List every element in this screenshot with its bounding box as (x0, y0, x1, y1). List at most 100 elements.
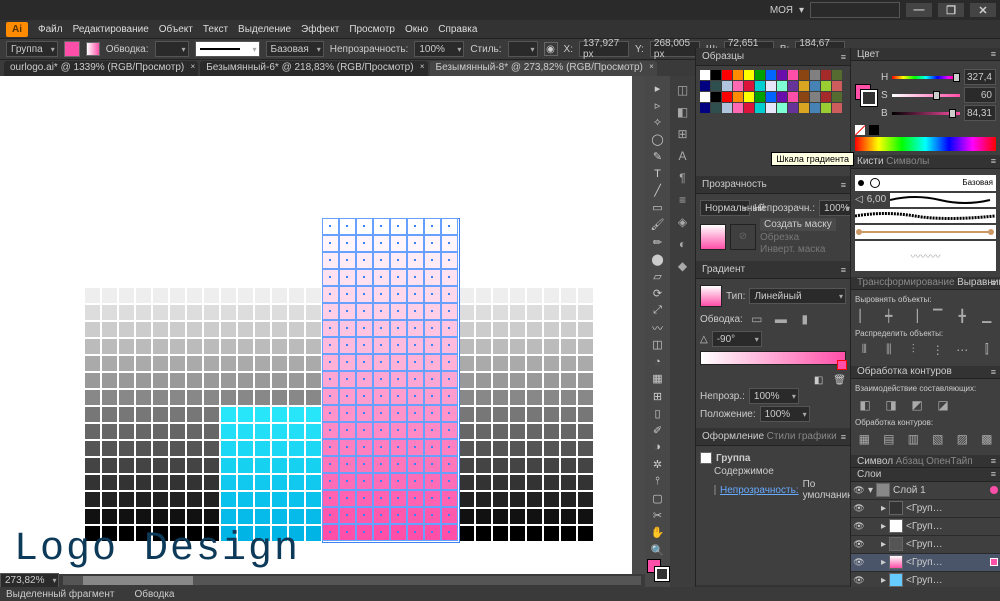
gradient-ramp[interactable] (700, 351, 846, 365)
pathop-icon[interactable]: ▧ (929, 429, 948, 449)
gradient-tab[interactable]: Градиент (696, 261, 850, 279)
unite-icon[interactable]: ◧ (855, 395, 875, 415)
selected-column[interactable] (323, 219, 459, 542)
dist-icon[interactable]: ⫿ (978, 340, 997, 360)
close-tab-icon[interactable]: × (420, 62, 425, 71)
stroke-grad-icon[interactable]: ▮ (795, 309, 815, 329)
bri-slider[interactable] (949, 109, 956, 118)
stop-opacity[interactable]: 100% (749, 388, 799, 404)
hand-tool[interactable]: ✋ (647, 525, 669, 541)
fill-swatch[interactable] (64, 41, 80, 57)
none-color-icon[interactable] (855, 125, 865, 135)
blend-tool[interactable]: ◑ (647, 439, 669, 455)
spectrum[interactable] (855, 137, 996, 151)
target-icon[interactable] (990, 486, 998, 494)
stroke-proxy[interactable] (861, 90, 877, 106)
dist-icon[interactable]: ⋮ (929, 340, 948, 360)
minus-icon[interactable]: ◨ (881, 395, 901, 415)
rotate-tool[interactable]: ⟳ (647, 285, 669, 301)
zoom-tool[interactable]: 🔍 (647, 542, 669, 558)
maximize-button[interactable]: ❐ (938, 3, 964, 17)
panel-icon[interactable]: ⊞ (673, 124, 693, 144)
layer-thumb[interactable] (889, 501, 903, 515)
panel-icon[interactable]: ◧ (673, 102, 693, 122)
selection-tool[interactable]: ▸ (647, 80, 669, 96)
pathop-icon[interactable]: ▩ (978, 429, 997, 449)
brush-preview[interactable] (855, 209, 996, 223)
panel-icon[interactable]: A (673, 146, 693, 166)
close-tab-icon[interactable]: × (191, 62, 196, 71)
char-tab[interactable]: Символ Абзац ОпенТайп (851, 455, 1000, 468)
perspective-tool[interactable]: ▦ (647, 371, 669, 387)
brush-select[interactable] (195, 41, 260, 57)
selection-type[interactable]: Группа (6, 41, 58, 57)
menu-window[interactable]: Окно (405, 24, 428, 35)
doc-tab[interactable]: ourlogo.ai* @ 1339% (RGB/Просмотр)× (4, 61, 198, 76)
panel-icon[interactable]: ◈ (673, 212, 693, 232)
swatch-grid[interactable] (700, 70, 846, 113)
layers-tab[interactable]: Слои (851, 468, 1000, 481)
transparency-tab[interactable]: Прозрачность (696, 176, 850, 194)
trash-icon[interactable]: 🗑 (833, 375, 846, 386)
gradient-type[interactable]: Линейный (749, 288, 846, 304)
direct-selection-tool[interactable]: ▹ (647, 97, 669, 113)
expand-icon[interactable]: ▸ (881, 521, 886, 532)
sat-input[interactable]: 60 (964, 87, 996, 103)
blob-tool[interactable]: ⬤ (647, 251, 669, 267)
pen-tool[interactable]: ✎ (647, 148, 669, 164)
dist-icon[interactable]: ⫴ (855, 340, 874, 360)
layer-row[interactable]: 👁▸<Груп… (851, 536, 1000, 554)
gradient-preview[interactable] (700, 285, 722, 307)
pathop-icon[interactable]: ▦ (855, 429, 874, 449)
minimize-button[interactable]: — (906, 3, 932, 17)
brushes-tab[interactable]: Кисти Символы (851, 155, 1000, 168)
panel-icon[interactable]: ≡ (673, 190, 693, 210)
color-tab[interactable]: Цвет (851, 48, 1000, 61)
type-tool[interactable]: T (647, 166, 669, 182)
menu-effect[interactable]: Эффект (301, 24, 339, 35)
menu-select[interactable]: Выделение (238, 24, 291, 35)
brush-circle-icon[interactable] (870, 178, 880, 188)
rectangle-tool[interactable]: ▭ (647, 200, 669, 216)
make-mask-button[interactable]: Создать маску (760, 218, 836, 231)
align-bottom-icon[interactable]: ▁ (978, 306, 997, 326)
bri-input[interactable]: 84,31 (964, 105, 996, 121)
style-select[interactable] (508, 41, 538, 57)
layer-thumb[interactable] (889, 573, 903, 587)
menu-view[interactable]: Просмотр (349, 24, 395, 35)
stroke-color[interactable] (655, 567, 669, 581)
visibility-icon[interactable]: 👁 (853, 520, 865, 532)
expand-icon[interactable]: ▸ (881, 503, 886, 514)
stroke-grad-icon[interactable]: ▭ (747, 309, 767, 329)
stroke-grad-icon[interactable]: ▬ (771, 309, 791, 329)
scale-tool[interactable]: ⤢ (647, 302, 669, 318)
opacity-val[interactable]: 100% (819, 200, 853, 216)
expand-icon[interactable]: ▾ (868, 485, 873, 496)
visibility-icon[interactable] (714, 485, 716, 495)
panel-icon[interactable]: ◐ (673, 234, 693, 254)
layer-thumb[interactable] (876, 483, 890, 497)
user-dropdown-icon[interactable]: ▾ (799, 5, 804, 16)
eraser-tool[interactable]: ▱ (647, 268, 669, 284)
opacity-select[interactable]: 100% (414, 41, 464, 57)
panel-icon[interactable]: ◆ (673, 256, 693, 276)
panel-icon[interactable]: ¶ (673, 168, 693, 188)
brush-def[interactable]: Базовая (266, 41, 324, 57)
close-tab-icon[interactable]: × (649, 62, 654, 71)
app-logo[interactable]: Ai (6, 22, 28, 37)
free-transform-tool[interactable]: ◫ (647, 337, 669, 353)
pathop-icon[interactable]: ▥ (904, 429, 923, 449)
pencil-tool[interactable]: ✏ (647, 234, 669, 250)
hue-input[interactable]: 327,4 (964, 69, 996, 85)
magic-wand-tool[interactable]: ✧ (647, 114, 669, 130)
search-field[interactable] (810, 2, 900, 18)
recolor-icon[interactable]: ◉ (544, 42, 558, 56)
layer-row[interactable]: 👁▸<Груп… (851, 554, 1000, 572)
visibility-icon[interactable]: 👁 (853, 556, 865, 568)
layer-row[interactable]: 👁▸<Груп… (851, 500, 1000, 518)
align-left-icon[interactable]: ▏ (855, 306, 874, 326)
pathop-icon[interactable]: ▤ (880, 429, 899, 449)
eyedropper-tool[interactable]: ✐ (647, 422, 669, 438)
brush-preview[interactable] (855, 225, 996, 239)
expand-icon[interactable]: ▸ (881, 557, 886, 568)
